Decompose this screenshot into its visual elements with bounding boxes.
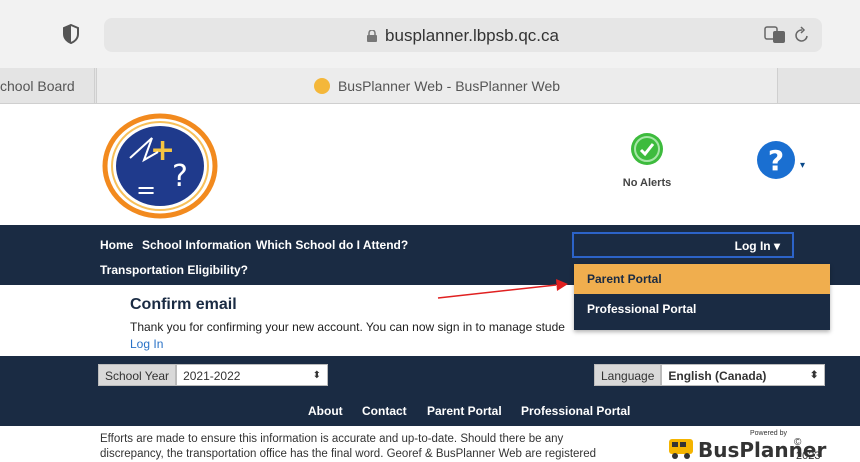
address-bar[interactable]: busplanner.lbpsb.qc.ca	[104, 18, 822, 52]
confirmation-message: Thank you for confirming your new accoun…	[130, 320, 565, 334]
footer-link-about[interactable]: About	[308, 404, 343, 418]
tab-school-board[interactable]: chool Board	[0, 68, 95, 104]
footer-band: School Year 2021-2022 ⬍ Language English …	[0, 356, 860, 426]
language-select[interactable]: Language English (Canada) ⬍	[594, 364, 826, 386]
copyright-symbol: ©	[794, 437, 802, 448]
school-board-logo[interactable]: + ? =	[100, 108, 220, 220]
tab-bar: chool Board BusPlanner Web - BusPlanner …	[0, 68, 860, 104]
login-dropdown-toggle[interactable]: Log In ▾	[572, 232, 794, 258]
annotation-arrow	[437, 279, 568, 299]
nav-which-school[interactable]: Which School do I Attend?	[256, 238, 408, 252]
svg-text:=: =	[136, 176, 156, 204]
footer-link-professional-portal[interactable]: Professional Portal	[521, 404, 630, 418]
language-value[interactable]: English (Canada) ⬍	[661, 364, 826, 386]
login-dropdown-menu: Parent Portal Professional Portal	[574, 264, 830, 330]
nav-school-information[interactable]: School Information	[142, 238, 251, 252]
url-text: busplanner.lbpsb.qc.ca	[385, 26, 559, 45]
school-year-value[interactable]: 2021-2022 ⬍	[176, 364, 329, 386]
caret-down-icon: ▾	[773, 239, 780, 253]
login-link[interactable]: Log In	[130, 337, 163, 351]
nav-transportation-eligibility[interactable]: Transportation Eligibility?	[100, 263, 248, 277]
lock-icon	[367, 30, 378, 42]
powered-by-label: Powered by	[750, 430, 787, 437]
footer-link-contact[interactable]: Contact	[362, 404, 407, 418]
school-year-label: School Year	[98, 364, 177, 386]
language-label: Language	[594, 364, 662, 386]
tab-busplanner[interactable]: BusPlanner Web - BusPlanner Web	[96, 68, 778, 104]
tab-label: BusPlanner Web - BusPlanner Web	[337, 78, 561, 94]
school-bus-icon	[669, 439, 693, 459]
shield-icon[interactable]	[62, 24, 80, 44]
disclaimer-line-1: Efforts are made to ensure this informat…	[100, 433, 564, 445]
tab-label: chool Board	[0, 78, 75, 94]
select-caret-icon: ⬍	[312, 370, 322, 381]
nav-home[interactable]: Home	[100, 238, 133, 252]
menu-item-parent-portal[interactable]: Parent Portal	[574, 264, 830, 294]
busplanner-favicon-icon	[313, 78, 330, 94]
page-title: Confirm email	[130, 296, 237, 313]
help-icon[interactable]: ?	[756, 140, 796, 180]
select-caret-icon: ⬍	[810, 370, 819, 381]
alerts-label: No Alerts	[622, 177, 672, 189]
footer-link-parent-portal[interactable]: Parent Portal	[427, 404, 502, 418]
check-circle-icon	[631, 133, 663, 165]
login-label: Log In	[734, 239, 771, 253]
alerts-status[interactable]: No Alerts	[612, 132, 682, 192]
menu-item-professional-portal[interactable]: Professional Portal	[574, 294, 830, 324]
svg-text:?: ?	[768, 144, 784, 177]
disclaimer-text: Efforts are made to ensure this informat…	[100, 432, 640, 462]
school-year-select[interactable]: School Year 2021-2022 ⬍	[98, 364, 329, 386]
copyright-year: 2023	[796, 450, 821, 462]
svg-text:?: ?	[172, 159, 188, 194]
disclaimer-line-2: discrepancy, the transportation office h…	[100, 448, 597, 460]
browser-toolbar: busplanner.lbpsb.qc.ca	[0, 0, 860, 68]
reload-icon[interactable]	[794, 26, 810, 44]
help-caret-icon[interactable]: ▾	[800, 160, 805, 171]
translate-icon[interactable]	[764, 26, 786, 44]
